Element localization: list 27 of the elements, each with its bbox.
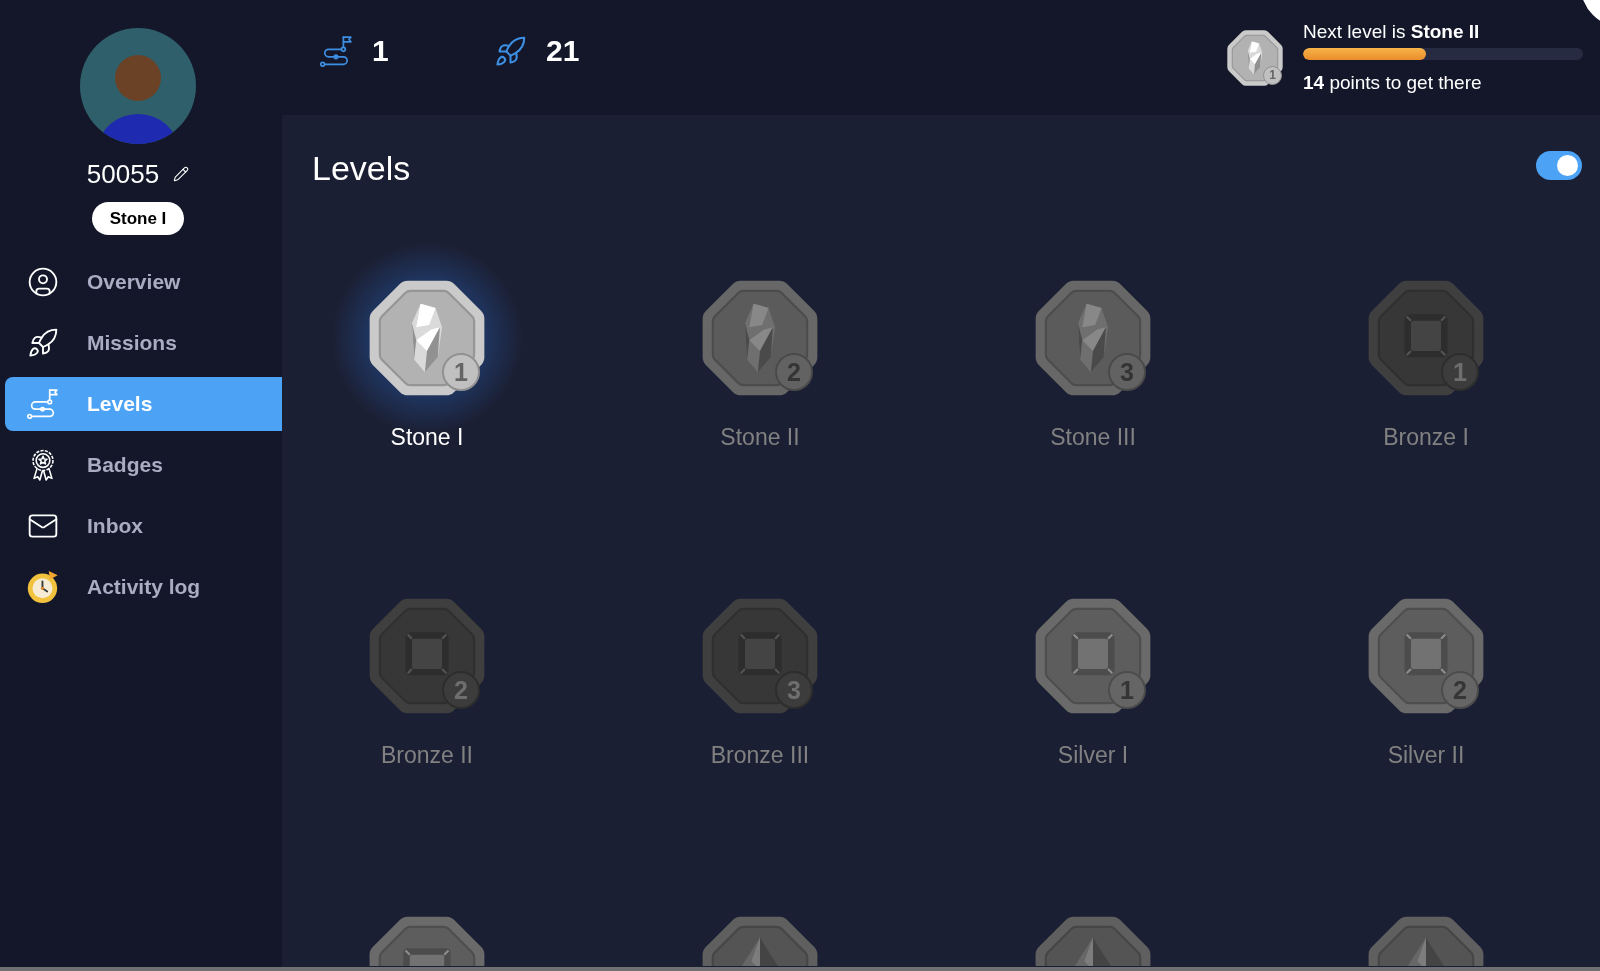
stat-value: 1 [372,34,389,68]
winding-path-flag-icon [27,388,59,420]
level-name: Bronze III [710,741,810,769]
rocket-icon [27,327,59,359]
level-name: Silver I [1057,741,1129,769]
points-text: 14 points to get there [1303,71,1483,95]
page-title: Levels [312,148,411,188]
sidebar-item[interactable]: Inbox [5,499,282,553]
toggle-switch[interactable] [1536,151,1582,180]
rocket-icon [494,34,527,68]
stat-value: 21 [546,34,580,68]
username: 50055 [86,158,160,190]
sidebar-item[interactable]: Missions [5,316,282,370]
level-name: Bronze I [1383,423,1469,451]
next-level-text: Next level is Stone II [1303,20,1481,44]
sidebar-item[interactable]: Overview [5,255,282,309]
pencil-icon[interactable] [173,166,190,182]
level-name: Stone II [720,423,800,451]
rank-badge: Stone I [91,202,185,235]
sidebar-item[interactable]: Badges [5,438,282,492]
level-name: Bronze II [380,741,473,769]
level-name: Stone I [390,423,464,451]
user-circle-icon [27,266,59,298]
level-name: Silver II [1387,741,1465,769]
winding-path-flag-icon [320,34,353,68]
sidebar-item[interactable]: Activity log [5,560,282,614]
level-name: Stone III [1050,423,1136,451]
